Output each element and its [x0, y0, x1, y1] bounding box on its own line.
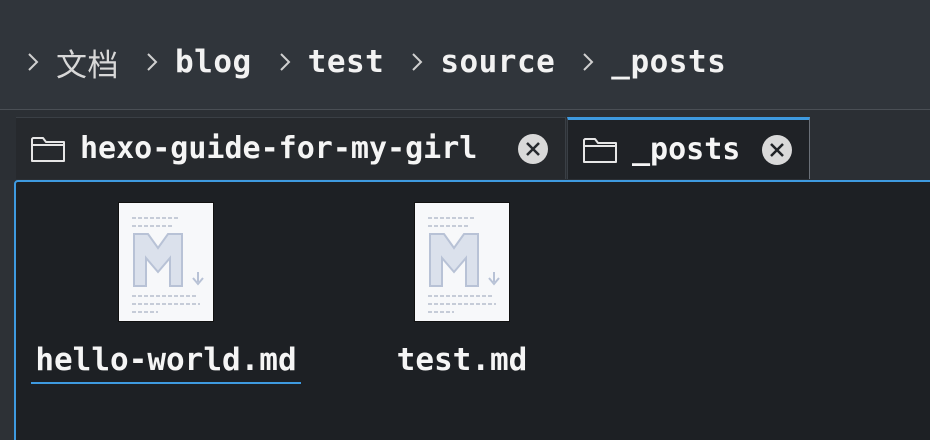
file-manager-window: 文档 blog test source _posts hexo-guide-fo…: [0, 0, 930, 440]
markdown-file-icon: [414, 202, 510, 322]
file-name[interactable]: test.md: [393, 342, 532, 382]
chevron-right-icon: [406, 51, 428, 73]
tab-label: hexo-guide-for-my-girl: [80, 131, 478, 166]
folder-icon: [583, 137, 617, 163]
breadcrumb-item-documents[interactable]: 文档: [56, 40, 119, 85]
chevron-right-icon: [577, 51, 599, 73]
close-icon[interactable]: [517, 133, 549, 165]
markdown-file-icon: [118, 202, 214, 322]
folder-icon: [31, 136, 65, 162]
chevron-right-icon: [274, 51, 296, 73]
tab-bar: hexo-guide-for-my-girl _posts: [0, 110, 930, 180]
breadcrumb-item-posts[interactable]: _posts: [611, 44, 726, 80]
breadcrumb-item-blog[interactable]: blog: [175, 44, 252, 80]
breadcrumb-item-test[interactable]: test: [308, 44, 385, 80]
file-item-test[interactable]: test.md: [312, 202, 612, 382]
file-name[interactable]: hello-world.md: [31, 342, 301, 384]
breadcrumb: 文档 blog test source _posts: [0, 0, 930, 110]
chevron-right-icon: [22, 51, 44, 73]
chevron-right-icon: [141, 51, 163, 73]
tab-hexo-guide[interactable]: hexo-guide-for-my-girl: [16, 117, 566, 179]
tab-posts[interactable]: _posts: [567, 117, 810, 179]
breadcrumb-item-source[interactable]: source: [440, 44, 555, 80]
breadcrumb-row: 文档 blog test source _posts: [22, 40, 748, 84]
tab-label: _posts: [632, 132, 741, 167]
file-view[interactable]: hello-world.md test.md: [14, 180, 930, 440]
close-icon[interactable]: [761, 134, 793, 166]
file-item-hello-world[interactable]: hello-world.md: [16, 202, 316, 384]
